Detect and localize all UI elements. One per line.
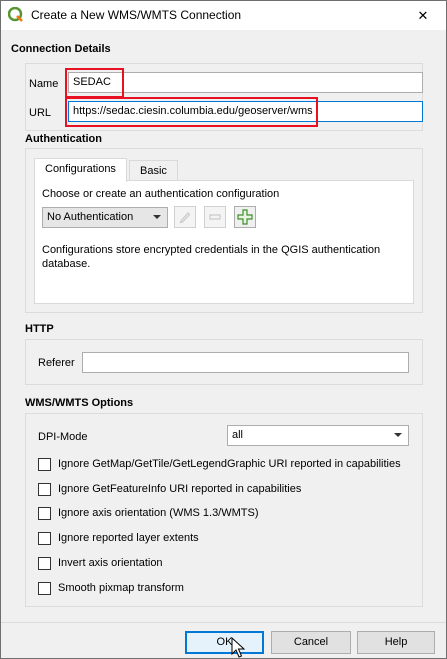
tab-configurations[interactable]: Configurations xyxy=(34,158,127,182)
url-label: URL xyxy=(29,107,52,119)
connection-details-heading: Connection Details xyxy=(11,43,111,55)
cancel-button[interactable]: Cancel xyxy=(271,631,351,654)
option-smooth-pixmap[interactable]: Smooth pixmap transform xyxy=(38,580,184,596)
checkbox[interactable] xyxy=(38,482,51,496)
configurations-panel: Choose or create an authentication confi… xyxy=(34,180,414,304)
authentication-heading: Authentication xyxy=(25,133,102,145)
checkbox[interactable] xyxy=(38,506,51,520)
referer-field[interactable] xyxy=(82,352,409,373)
checkbox[interactable] xyxy=(38,556,51,570)
add-auth-button[interactable] xyxy=(234,206,256,228)
auth-config-select[interactable]: No Authentication xyxy=(42,207,168,228)
checkbox[interactable] xyxy=(38,531,51,545)
edit-auth-button[interactable] xyxy=(174,206,196,228)
option-ignore-layer-extents[interactable]: Ignore reported layer extents xyxy=(38,530,199,546)
option-ignore-getfeatureinfo[interactable]: Ignore GetFeatureInfo URI reported in ca… xyxy=(38,481,301,497)
option-ignore-getmap[interactable]: Ignore GetMap/GetTile/GetLegendGraphic U… xyxy=(38,456,401,472)
dpi-mode-label: DPI-Mode xyxy=(38,431,88,443)
qgis-logo-icon xyxy=(8,7,23,22)
name-label: Name xyxy=(29,78,59,90)
tab-basic[interactable]: Basic xyxy=(129,160,178,182)
wms-options-heading: WMS/WMTS Options xyxy=(25,397,134,409)
option-label: Ignore reported layer extents xyxy=(58,532,199,544)
auth-config-value: No Authentication xyxy=(47,211,134,223)
referer-label: Referer xyxy=(38,357,75,369)
remove-icon xyxy=(209,214,221,220)
auth-instructions: Choose or create an authentication confi… xyxy=(42,188,280,200)
dpi-mode-select[interactable]: all xyxy=(227,425,409,446)
option-invert-axis[interactable]: Invert axis orientation xyxy=(38,555,163,571)
mouse-cursor-icon xyxy=(231,637,245,658)
add-plus-icon xyxy=(237,209,253,225)
url-highlight-box xyxy=(65,97,318,127)
button-bar-separator xyxy=(1,622,446,623)
close-button[interactable]: ✕ xyxy=(400,1,446,30)
http-heading: HTTP xyxy=(25,323,54,335)
auth-info-text: Configurations store encrypted credentia… xyxy=(42,244,381,270)
edit-pencil-icon xyxy=(179,212,191,224)
chevron-down-icon xyxy=(394,433,402,437)
option-label: Ignore GetFeatureInfo URI reported in ca… xyxy=(58,483,302,495)
option-label: Ignore GetMap/GetTile/GetLegendGraphic U… xyxy=(58,458,401,470)
dialog-window: Create a New WMS/WMTS Connection ✕ Conne… xyxy=(0,0,447,659)
ok-button[interactable]: OK xyxy=(185,631,264,654)
remove-auth-button[interactable] xyxy=(204,206,226,228)
help-button[interactable]: Help xyxy=(357,631,435,654)
title-bar[interactable]: Create a New WMS/WMTS Connection ✕ xyxy=(1,1,446,30)
chevron-down-icon xyxy=(153,215,161,219)
option-ignore-axis-orientation[interactable]: Ignore axis orientation (WMS 1.3/WMTS) xyxy=(38,505,259,521)
option-label: Ignore axis orientation (WMS 1.3/WMTS) xyxy=(58,507,259,519)
window-title: Create a New WMS/WMTS Connection xyxy=(31,8,242,22)
name-highlight-box xyxy=(65,68,124,98)
option-label: Smooth pixmap transform xyxy=(58,582,184,594)
close-icon: ✕ xyxy=(417,7,429,23)
dpi-mode-value: all xyxy=(232,429,244,441)
option-label: Invert axis orientation xyxy=(58,557,163,569)
checkbox[interactable] xyxy=(38,581,51,595)
checkbox[interactable] xyxy=(38,457,51,471)
